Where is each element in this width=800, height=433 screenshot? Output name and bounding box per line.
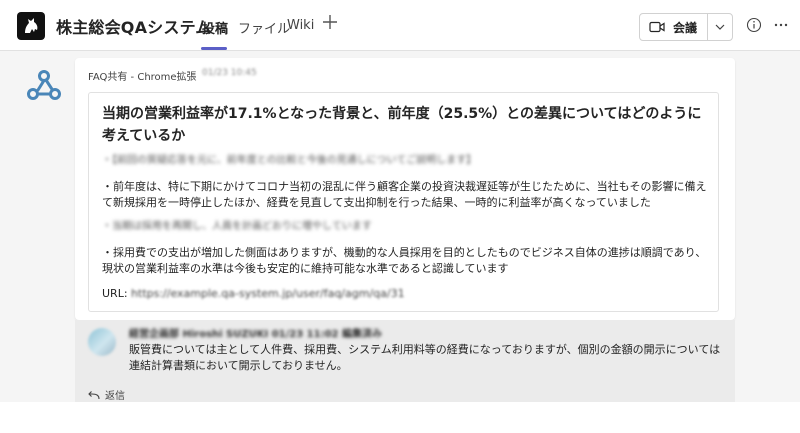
more-options-button[interactable]	[773, 17, 789, 37]
chevron-down-icon	[715, 24, 725, 30]
post-timestamp: 01/23 10:45	[202, 68, 257, 78]
meet-button-label: 会議	[673, 20, 698, 35]
reply-author-avatar[interactable]	[88, 328, 116, 356]
reply-author-name[interactable]: 経営企画部 Hiroshi SUZUKI 01/23 11:02 編集済み	[129, 325, 382, 340]
meet-button[interactable]: 会議	[639, 13, 733, 41]
bot-avatar[interactable]	[26, 68, 62, 104]
message-compose-area	[0, 402, 800, 433]
horse-logo-icon	[25, 18, 38, 33]
faq-answer-1: ・前年度は、特に下期にかけてコロナ当初の混乱に伴う顧客企業の投資決裁遅延等が生じ…	[102, 180, 707, 209]
reply-message: 販管費については主として人件費、採用費、システム利用料等の経費になっておりますが…	[129, 343, 721, 372]
add-tab-button[interactable]	[322, 13, 338, 33]
post-sender[interactable]: FAQ共有 - Chrome拡張	[88, 68, 197, 83]
faq-answer-blurred-2: ・当期は採用を再開し、人員を計画どおりに増やしています	[102, 221, 372, 232]
info-icon	[746, 17, 762, 33]
faq-question: 当期の営業利益率が17.1%となった背景と、前年度（25.5%）との差異について…	[102, 106, 702, 144]
reply-button-label: 返信	[105, 391, 125, 402]
faq-answer-2: ・採用費での支出が増加した側面はありますが、機動的な人員採用を目的としたものでビ…	[102, 246, 707, 275]
reply-arrow-icon	[88, 390, 100, 399]
plus-icon	[323, 15, 337, 29]
app-title: 株主総会QAシステム	[56, 18, 212, 37]
webhook-icon	[27, 70, 61, 100]
video-camera-icon	[649, 21, 665, 33]
faq-answer-blurred-1: ・【前回の質疑応答を元に、前年度との比較と今後の見通しについてご説明します】	[102, 155, 477, 166]
faq-url-line: URL: https://example.qa-system.jp/user/f…	[102, 287, 405, 300]
more-icon	[774, 23, 788, 27]
meet-options-button[interactable]	[708, 24, 732, 30]
faq-url-link[interactable]: https://example.qa-system.jp/user/faq/ag…	[131, 287, 405, 300]
app-logo	[17, 12, 45, 40]
app-header: 株主総会QAシステム 投稿 ファイル Wiki 会議	[0, 0, 800, 51]
tab-files[interactable]: ファイル	[238, 18, 290, 37]
tab-posts[interactable]: 投稿	[202, 18, 228, 37]
info-button[interactable]	[746, 17, 762, 37]
meet-now-button[interactable]: 会議	[640, 14, 708, 40]
reply-button[interactable]: 返信	[88, 387, 125, 402]
active-tab-indicator	[201, 47, 227, 50]
tab-wiki[interactable]: Wiki	[287, 18, 314, 33]
url-label: URL:	[102, 287, 128, 300]
